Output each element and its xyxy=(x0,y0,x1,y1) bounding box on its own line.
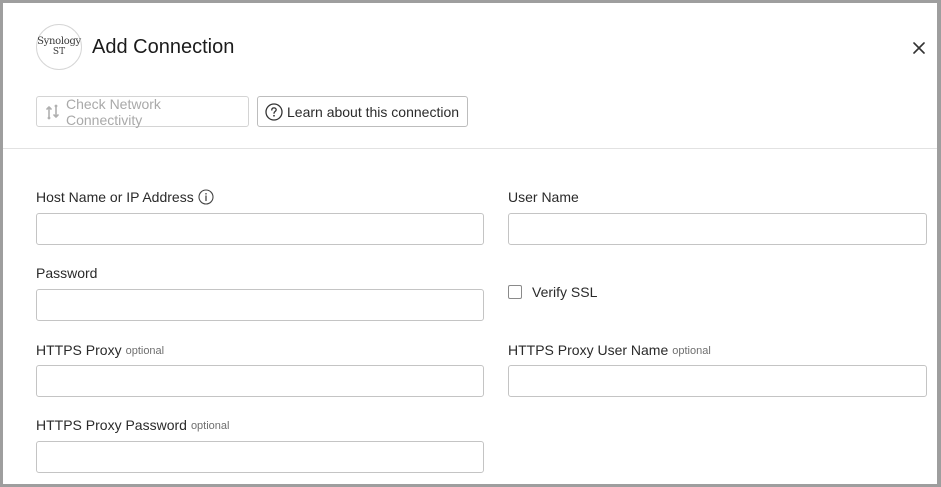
check-network-label: Check Network Connectivity xyxy=(66,95,161,128)
verify-ssl-box[interactable] xyxy=(508,285,522,299)
password-label: Password xyxy=(36,265,97,281)
https-proxy-password-label: HTTPS Proxy Password optional xyxy=(36,417,229,433)
network-check-icon xyxy=(44,103,62,121)
https-proxy-user-name-label: HTTPS Proxy User Name optional xyxy=(508,342,711,358)
add-connection-dialog: Synology ST Add Connection Check Network… xyxy=(3,3,937,484)
verify-ssl-label: Verify SSL xyxy=(532,284,598,300)
host-name-label: Host Name or IP Address xyxy=(36,189,214,205)
help-circle-icon xyxy=(265,102,283,121)
learn-label: Learn about this connection xyxy=(287,103,460,120)
optional-tag: optional xyxy=(125,345,165,357)
https-proxy-user-name-label-text: HTTPS Proxy User Name xyxy=(508,342,669,358)
host-name-input[interactable] xyxy=(36,213,484,245)
synology-logo: Synology ST xyxy=(36,24,82,70)
optional-tag: optional xyxy=(190,420,230,432)
https-proxy-user-name-input[interactable] xyxy=(508,365,927,397)
https-proxy-password-label-text: HTTPS Proxy Password xyxy=(36,417,187,433)
verify-ssl-checkbox[interactable]: Verify SSL xyxy=(508,284,597,300)
https-proxy-password-input[interactable] xyxy=(36,441,484,473)
host-name-label-text: Host Name or IP Address xyxy=(36,189,194,205)
info-icon[interactable] xyxy=(198,189,214,205)
https-proxy-input[interactable] xyxy=(36,365,484,397)
https-proxy-label-text: HTTPS Proxy xyxy=(36,342,122,358)
user-name-input[interactable] xyxy=(508,213,927,245)
password-label-text: Password xyxy=(36,265,98,281)
check-network-connectivity-button[interactable]: Check Network Connectivity xyxy=(36,95,249,128)
https-proxy-label: HTTPS Proxy optional xyxy=(36,342,164,358)
dialog-title: Add Connection xyxy=(92,36,235,58)
header-divider xyxy=(3,148,937,149)
close-icon xyxy=(913,42,925,54)
user-name-label: User Name xyxy=(508,189,579,205)
optional-tag: optional xyxy=(672,345,711,357)
close-button[interactable] xyxy=(909,38,929,58)
password-input[interactable] xyxy=(36,289,484,321)
user-name-label-text: User Name xyxy=(508,189,579,205)
learn-about-connection-button[interactable]: Learn about this connection xyxy=(257,96,468,127)
logo-text-line1: Synology xyxy=(37,36,81,47)
logo-text-line2: ST xyxy=(52,47,66,57)
